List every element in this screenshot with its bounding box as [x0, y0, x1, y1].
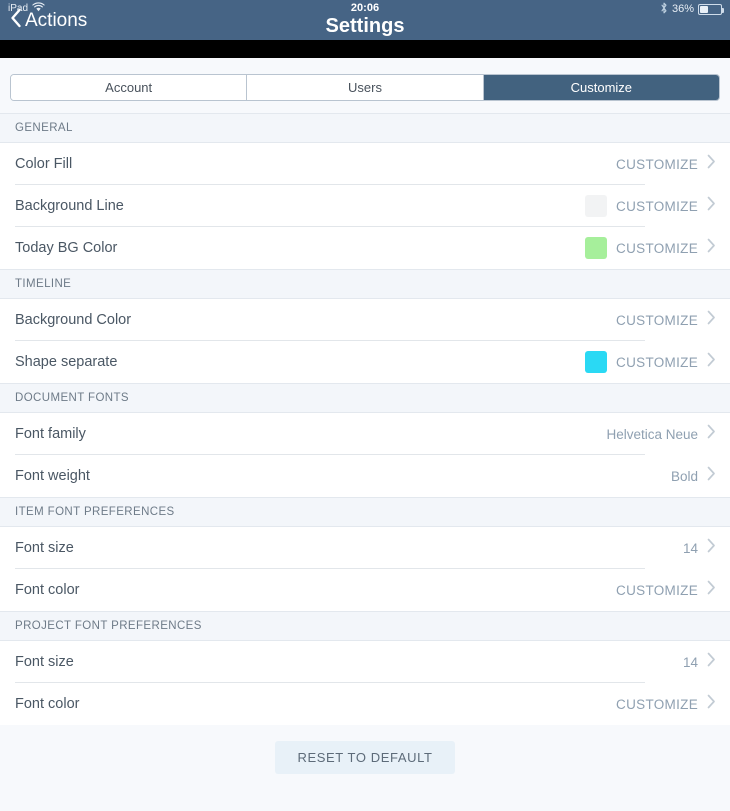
row-label: Font color [15, 582, 80, 598]
tab-customize-label: Customize [570, 80, 633, 95]
row-label: Font color [15, 696, 80, 712]
row-accessory: CUSTOMIZE [585, 351, 716, 373]
row-label: Color Fill [15, 156, 73, 172]
segmented-control-container: Account Users Customize [0, 58, 730, 113]
chevron-right-icon [707, 352, 716, 372]
section-header-label: PROJECT FONT PREFERENCES [15, 620, 202, 632]
row-font-weight[interactable]: Font weight Bold [0, 455, 730, 497]
section-header-label: GENERAL [15, 122, 73, 134]
row-item-font-color[interactable]: Font color CUSTOMIZE [0, 569, 730, 611]
navigation-bar: iPad 36% Actions 20:06 Settings [0, 0, 730, 40]
tab-users[interactable]: Users [247, 75, 484, 100]
row-accessory: CUSTOMIZE [616, 310, 716, 330]
chevron-right-icon [707, 424, 716, 444]
section-header-label: ITEM FONT PREFERENCES [15, 506, 175, 518]
chevron-right-icon [707, 196, 716, 216]
row-value: Helvetica Neue [606, 426, 698, 442]
footer: RESET TO DEFAULT [0, 725, 730, 790]
row-label: Font size [15, 654, 74, 670]
color-swatch[interactable] [585, 351, 608, 373]
section-header-timeline: TIMELINE [0, 269, 730, 299]
row-value: 14 [682, 540, 698, 556]
chevron-right-icon [707, 310, 716, 330]
row-font-family[interactable]: Font family Helvetica Neue [0, 413, 730, 455]
row-value: Bold [670, 468, 698, 484]
row-accessory: 14 [683, 652, 716, 672]
row-accessory: CUSTOMIZE [585, 195, 716, 217]
row-accessory: 14 [683, 538, 716, 558]
section-header-item-font-preferences: ITEM FONT PREFERENCES [0, 497, 730, 527]
chevron-right-icon [707, 238, 716, 258]
row-project-font-color[interactable]: Font color CUSTOMIZE [0, 683, 730, 725]
row-label: Font weight [15, 468, 90, 484]
chevron-right-icon [707, 694, 716, 714]
row-item-font-size[interactable]: Font size 14 [0, 527, 730, 569]
chevron-right-icon [707, 538, 716, 558]
reset-to-default-button[interactable]: RESET TO DEFAULT [275, 741, 455, 774]
settings-list: GENERAL Color Fill CUSTOMIZE Background … [0, 113, 730, 725]
row-accessory: CUSTOMIZE [616, 154, 716, 174]
clock-label: 20:06 [350, 2, 380, 14]
row-today-bg-color[interactable]: Today BG Color CUSTOMIZE [0, 227, 730, 269]
row-label: Font family [15, 426, 86, 442]
row-label: Font size [15, 540, 74, 556]
row-value: CUSTOMIZE [616, 240, 698, 256]
row-background-line[interactable]: Background Line CUSTOMIZE [0, 185, 730, 227]
row-value: CUSTOMIZE [616, 198, 698, 214]
row-accessory: Bold [671, 466, 716, 486]
navbar-center: 20:06 Settings [0, 0, 730, 37]
chevron-right-icon [707, 652, 716, 672]
row-accessory: CUSTOMIZE [616, 694, 716, 714]
tab-customize[interactable]: Customize [483, 75, 719, 100]
section-header-general: GENERAL [0, 113, 730, 143]
row-value: CUSTOMIZE [616, 354, 698, 370]
section-header-document-fonts: DOCUMENT FONTS [0, 383, 730, 413]
row-color-fill[interactable]: Color Fill CUSTOMIZE [0, 143, 730, 185]
row-project-font-size[interactable]: Font size 14 [0, 641, 730, 683]
color-swatch[interactable] [585, 195, 608, 217]
row-label: Background Color [15, 312, 132, 328]
tab-account[interactable]: Account [11, 75, 248, 100]
row-value: CUSTOMIZE [616, 156, 698, 172]
chevron-right-icon [707, 580, 716, 600]
section-header-label: TIMELINE [15, 278, 72, 290]
row-label: Today BG Color [15, 240, 118, 256]
row-value: CUSTOMIZE [616, 312, 698, 328]
segmented-control[interactable]: Account Users Customize [10, 74, 720, 101]
chevron-right-icon [707, 466, 716, 486]
row-label: Background Line [15, 198, 124, 214]
tab-account-label: Account [105, 80, 153, 95]
row-value: 14 [682, 654, 698, 670]
row-accessory: Helvetica Neue [606, 424, 716, 444]
tab-users-label: Users [348, 80, 382, 95]
chevron-right-icon [707, 154, 716, 174]
row-background-color[interactable]: Background Color CUSTOMIZE [0, 299, 730, 341]
page-title: Settings [325, 15, 405, 37]
row-value: CUSTOMIZE [616, 582, 698, 598]
row-accessory: CUSTOMIZE [616, 580, 716, 600]
color-swatch[interactable] [585, 237, 608, 259]
row-label: Shape separate [15, 354, 118, 370]
black-spacer-bar [0, 40, 730, 58]
row-shape-separate[interactable]: Shape separate CUSTOMIZE [0, 341, 730, 383]
section-header-project-font-preferences: PROJECT FONT PREFERENCES [0, 611, 730, 641]
row-accessory: CUSTOMIZE [585, 237, 716, 259]
section-header-label: DOCUMENT FONTS [15, 392, 129, 404]
row-value: CUSTOMIZE [616, 696, 698, 712]
